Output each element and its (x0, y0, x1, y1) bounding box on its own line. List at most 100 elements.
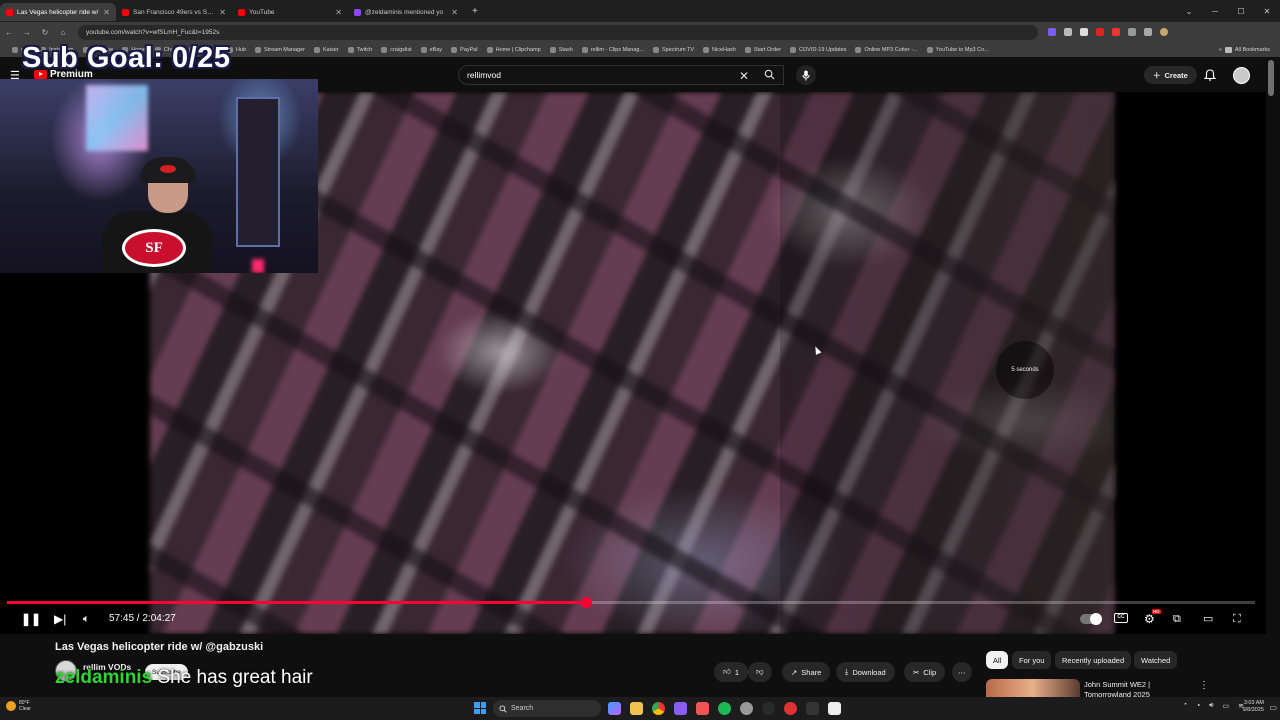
close-tab-icon[interactable]: ✕ (103, 8, 110, 17)
bookmark-item[interactable]: YouTube to Mp3 Co... (926, 46, 989, 53)
xbox-icon[interactable] (762, 702, 775, 715)
app-icon[interactable] (828, 702, 841, 715)
bookmark-item[interactable]: Home | Clipchamp (486, 46, 541, 53)
browser-tab-bar: Las Vegas helicopter ride w/ ✕ San Franc… (0, 0, 1280, 22)
progress-bar[interactable] (7, 597, 1255, 608)
share-icon: ↗ (791, 667, 798, 677)
taskbar-clock[interactable]: 3:03 AM 9/8/2025 (1243, 700, 1264, 714)
bookmark-item[interactable]: rellim - Clips Manag... (581, 46, 644, 53)
page-scrollbar[interactable] (1268, 60, 1274, 660)
chip-recently-uploaded[interactable]: Recently uploaded (1055, 651, 1132, 669)
puzzle-icon[interactable] (1144, 28, 1152, 36)
more-actions-button[interactable]: ⋯ (952, 662, 972, 682)
tab-twitch-mention[interactable]: @zeldaminis mentioned yo ✕ (348, 3, 464, 21)
bookmark-favicon-icon (420, 46, 427, 53)
windows-start-icon[interactable] (474, 702, 486, 714)
dislike-button[interactable]: 👎︎ (748, 662, 772, 682)
notifications-bell-icon[interactable] (1204, 69, 1216, 81)
chip-for-you[interactable]: For you (1012, 651, 1052, 669)
chrome-icon[interactable] (652, 702, 665, 715)
webcam-lights (86, 85, 148, 151)
bookmark-item[interactable]: NiceHash (703, 46, 736, 53)
weather-widget[interactable]: 80°F Clear (6, 700, 31, 712)
bookmark-item[interactable]: Twitch (347, 46, 372, 53)
captions-icon[interactable]: CC (1114, 613, 1128, 623)
tab-youtube[interactable]: YouTube ✕ (232, 3, 348, 21)
close-tab-icon[interactable]: ✕ (335, 8, 342, 17)
close-window-icon[interactable]: ✕ (1254, 7, 1280, 16)
profile-icon[interactable] (1160, 28, 1168, 36)
bookmark-item[interactable]: Stream Manager (255, 46, 305, 53)
file-explorer-icon[interactable] (630, 702, 643, 715)
app-icon[interactable] (696, 702, 709, 715)
extension-icon[interactable] (1128, 28, 1136, 36)
settings-gear-icon[interactable]: ⚙ (1144, 612, 1155, 626)
theater-mode-icon[interactable]: ▭ (1203, 612, 1213, 626)
autoplay-toggle[interactable] (1080, 613, 1102, 625)
tray-chevron-icon[interactable]: ⌃ (1183, 702, 1189, 710)
bookmark-item[interactable]: eBay (420, 46, 442, 53)
video-title: Las Vegas helicopter ride w/ @gabzuski (55, 641, 264, 653)
clip-button[interactable]: ✂ Clip (904, 662, 946, 682)
copilot-icon[interactable] (608, 702, 621, 715)
new-tab-button[interactable]: + (464, 6, 486, 17)
chip-all[interactable]: All (986, 651, 1009, 669)
all-bookmarks-button[interactable]: » All Bookmarks (1212, 42, 1270, 57)
fullscreen-icon[interactable]: ⛶ (1233, 612, 1241, 626)
bookmark-item[interactable]: Spectrum TV (653, 46, 694, 53)
webcam-door (236, 97, 280, 247)
bookmark-item[interactable]: Stash (549, 46, 573, 53)
taskbar-search[interactable]: Search (493, 700, 601, 717)
app-icon[interactable] (674, 702, 687, 715)
forward-icon[interactable]: → (18, 28, 36, 37)
notification-bell-icon[interactable]: ▭ (1269, 703, 1277, 712)
bookmark-item[interactable]: Start Order (744, 46, 781, 53)
more-vertical-icon[interactable]: ⋮ (1199, 680, 1209, 691)
battery-icon[interactable]: ▭ (1223, 702, 1230, 710)
bookmark-item[interactable]: Online MP3 Cutter -... (855, 46, 918, 53)
clear-search-icon[interactable]: ✕ (739, 69, 749, 83)
next-icon[interactable]: ▶| (54, 612, 66, 626)
maximize-icon[interactable]: ☐ (1228, 7, 1254, 16)
extension-icon[interactable] (1080, 28, 1088, 36)
location-icon[interactable]: ⬩ (1198, 702, 1201, 710)
pause-icon[interactable]: ❚❚ (21, 612, 41, 626)
tab-search-icon[interactable]: ⌄ (1176, 7, 1202, 16)
webcam-overlay: SF (0, 79, 318, 273)
voice-search-button[interactable] (796, 65, 816, 85)
volume-icon[interactable]: 🔈︎ (83, 612, 90, 626)
reload-icon[interactable]: ↻ (36, 28, 54, 37)
extension-icon[interactable] (1096, 28, 1104, 36)
account-avatar[interactable] (1233, 67, 1250, 84)
volume-icon[interactable]: 🔊︎ (1209, 702, 1213, 710)
minimize-icon[interactable]: ─ (1202, 7, 1228, 16)
tab-49ers[interactable]: San Francisco 49ers vs Seattle S ✕ (116, 3, 232, 21)
scrollbar-thumb[interactable] (1268, 60, 1274, 96)
tab-las-vegas[interactable]: Las Vegas helicopter ride w/ ✕ (0, 3, 116, 21)
bookmark-item[interactable]: craigslist (381, 46, 412, 53)
close-tab-icon[interactable]: ✕ (219, 8, 226, 17)
share-button[interactable]: ↗ Share (782, 662, 831, 682)
address-bar[interactable]: youtube.com/watch?v=wfSLmH_Fuc&t=1952s (78, 24, 1038, 40)
search-input[interactable]: rellimvod ✕ (458, 65, 784, 85)
extension-icon[interactable] (1048, 28, 1056, 36)
download-button[interactable]: ⤓ Download (836, 662, 895, 682)
app-icon[interactable] (784, 702, 797, 715)
terminal-icon[interactable] (806, 702, 819, 715)
close-tab-icon[interactable]: ✕ (451, 8, 458, 17)
extension-icon[interactable] (1112, 28, 1120, 36)
bookmark-item[interactable]: COVID-19 Updates (790, 46, 846, 53)
spotify-icon[interactable] (718, 702, 731, 715)
bookmark-item[interactable]: Kaiser (314, 46, 339, 53)
miniplayer-icon[interactable]: ⧉ (1173, 612, 1181, 626)
search-icon[interactable] (764, 69, 775, 80)
bookmark-favicon-icon (255, 46, 262, 53)
like-button[interactable]: 👍︎ 1 (714, 662, 749, 682)
bookmark-item[interactable]: PayPal (451, 46, 478, 53)
chip-watched[interactable]: Watched (1134, 651, 1178, 669)
create-button[interactable]: ＋ Create (1144, 66, 1197, 84)
home-icon[interactable]: ⌂ (54, 28, 72, 37)
app-icon[interactable] (740, 702, 753, 715)
extension-icon[interactable] (1064, 28, 1072, 36)
back-icon[interactable]: ← (0, 28, 18, 37)
